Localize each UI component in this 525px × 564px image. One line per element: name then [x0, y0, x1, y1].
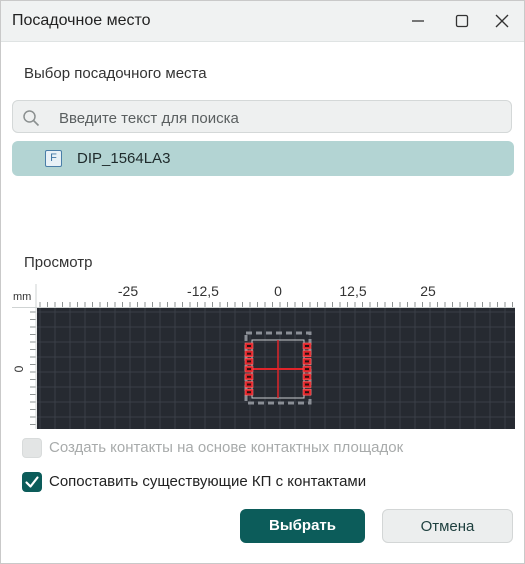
pad-hole — [247, 391, 251, 394]
footprint-section-label: Выбор посадочного места — [24, 65, 207, 82]
match-pads-checkbox[interactable] — [22, 472, 42, 492]
x-tick-label: 12,5 — [339, 284, 366, 299]
cancel-button[interactable]: Отмена — [382, 509, 513, 543]
preview-canvas[interactable]: mm -25 -12,5 0 12,5 25 0 — [12, 283, 515, 429]
search-input[interactable] — [57, 106, 501, 130]
footprint-dialog: Посадочное место Выбор посадочного места… — [0, 0, 525, 564]
select-button[interactable]: Выбрать — [240, 509, 365, 543]
maximize-icon[interactable] — [450, 9, 474, 33]
footprint-list-item[interactable]: F DIP_1564LA3 — [12, 141, 514, 176]
create-contacts-checkbox[interactable] — [22, 438, 42, 458]
pad-hole — [247, 360, 251, 363]
create-contacts-label: Создать контакты на основе контактных пл… — [49, 439, 404, 456]
footprint-name: DIP_1564LA3 — [77, 150, 171, 167]
y-tick-label: 0 — [12, 365, 26, 372]
title-bar[interactable]: Посадочное место — [1, 1, 524, 42]
x-tick-label: 0 — [274, 284, 282, 299]
x-tick-label: -12,5 — [187, 284, 219, 299]
match-pads-label: Сопоставить существующие КП с контактами — [49, 473, 367, 490]
x-tick-label: 25 — [420, 284, 436, 299]
pad-hole — [247, 352, 251, 355]
x-tick-label: -25 — [118, 284, 138, 299]
pad-hole — [305, 360, 309, 363]
pad-hole — [247, 345, 251, 347]
pad-hole — [305, 375, 309, 378]
pad-hole — [305, 368, 309, 371]
minimize-icon[interactable] — [406, 9, 430, 33]
pad-hole — [247, 375, 251, 378]
unit-label: mm — [13, 291, 31, 303]
close-icon[interactable] — [490, 9, 514, 33]
pad-hole — [305, 352, 309, 355]
pad-hole — [247, 383, 251, 386]
footprint-type-icon: F — [45, 150, 62, 167]
window-title: Посадочное место — [12, 12, 151, 29]
search-icon — [22, 109, 40, 132]
pad-hole — [305, 345, 309, 347]
footprint-preview[interactable]: mm -25 -12,5 0 12,5 25 0 — [12, 283, 515, 429]
pad-hole — [247, 368, 251, 371]
search-box[interactable] — [12, 100, 512, 133]
preview-label: Просмотр — [24, 254, 93, 271]
pad-hole — [305, 383, 309, 386]
checkmark-icon — [25, 476, 39, 488]
pad-hole — [305, 391, 309, 394]
